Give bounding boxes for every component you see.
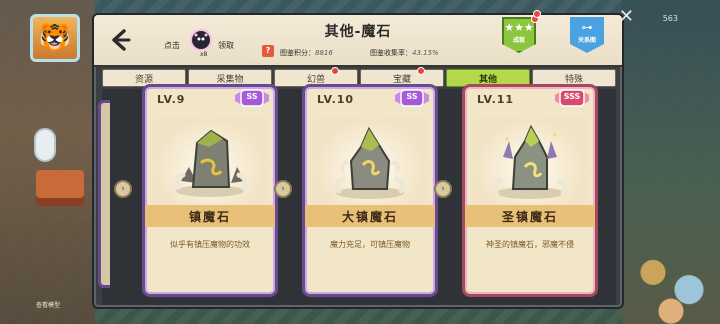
chevron-right-icon: › xyxy=(114,180,132,198)
relationship-graph-button[interactable]: ⊶ 关系图 xyxy=(570,17,604,53)
chevron-right-icon: › xyxy=(274,180,292,198)
item-card[interactable]: LV.10 SS 大镇魔石 魔力充足，可镇压魔物 xyxy=(302,84,438,297)
background-house xyxy=(36,170,84,206)
holy-demon-stone-art xyxy=(473,117,587,203)
item-description: 神圣的镇魔石，邪魔不侵 xyxy=(486,240,574,249)
item-card[interactable]: LV.9 SS 镇魔石 似乎有镇压魔物的功效 xyxy=(142,84,278,297)
stone-icon xyxy=(174,129,248,197)
rank-badge: SS xyxy=(233,87,271,113)
item-description: 魔力充足，可镇压魔物 xyxy=(330,240,410,249)
notification-dot xyxy=(533,10,541,18)
item-level: LV.10 xyxy=(317,93,355,106)
graph-label: 关系图 xyxy=(577,37,596,44)
background-characters xyxy=(626,238,716,324)
collection-score: 图鉴积分：8816 xyxy=(280,48,333,58)
side-bubble-icon[interactable] xyxy=(34,128,56,162)
bottom-left-label[interactable]: 查看模型 xyxy=(36,300,60,309)
score-value: 8816 xyxy=(315,49,333,57)
item-level: LV.9 xyxy=(157,93,186,106)
creature-icon xyxy=(194,33,208,46)
item-card[interactable]: LV.11 SSS 圣镇魔石 神圣的镇魔石，邪魔不侵 xyxy=(462,84,598,297)
previous-card-edge[interactable] xyxy=(98,100,110,288)
page-title: 其他-魔石 xyxy=(324,24,392,40)
help-icon[interactable]: ? xyxy=(262,45,274,57)
rate-value: 43.15% xyxy=(412,49,439,57)
achievement-button[interactable]: ★★★ 成就 xyxy=(502,15,539,53)
stone-icon xyxy=(334,126,406,199)
achievement-label: 成就 xyxy=(512,37,525,44)
greater-demon-stone-art xyxy=(313,117,427,203)
item-name: 大镇魔石 xyxy=(305,205,435,227)
item-name: 圣镇魔石 xyxy=(465,205,595,227)
reward-count: x8 xyxy=(200,51,208,58)
item-name: 镇魔石 xyxy=(145,205,275,227)
collection-rate: 图鉴收集率：43.15% xyxy=(370,48,439,58)
stars-icon: ★★★ xyxy=(504,21,534,34)
right-top-counter: 563 xyxy=(662,14,678,23)
tap-label: 点击 xyxy=(164,41,180,50)
player-avatar[interactable]: 🐯 xyxy=(30,14,80,62)
demon-stone-art xyxy=(153,117,267,203)
item-description: 似乎有镇压魔物的功效 xyxy=(170,240,250,249)
score-label: 图鉴积分： xyxy=(280,49,315,57)
chevron-right-icon: › xyxy=(434,180,452,198)
notification-dot xyxy=(331,67,339,75)
claim-label[interactable]: 领取 xyxy=(218,40,234,51)
item-level: LV.11 xyxy=(477,93,515,106)
rank-badge: SS xyxy=(393,87,431,113)
panel-header: 其他-魔石 点击 x8 领取 ? 图鉴积分：8816 图鉴收集率：43.15% … xyxy=(94,15,622,67)
graph-icon: ⊶ xyxy=(581,21,593,34)
rank-badge: SSS xyxy=(553,87,591,113)
cat-icon: 🐯 xyxy=(38,23,72,53)
rate-label: 图鉴收集率： xyxy=(370,49,412,57)
stone-icon xyxy=(492,124,568,199)
close-icon[interactable]: ✕ xyxy=(619,6,634,27)
notification-dot xyxy=(417,67,425,75)
reward-creature[interactable] xyxy=(190,29,212,51)
